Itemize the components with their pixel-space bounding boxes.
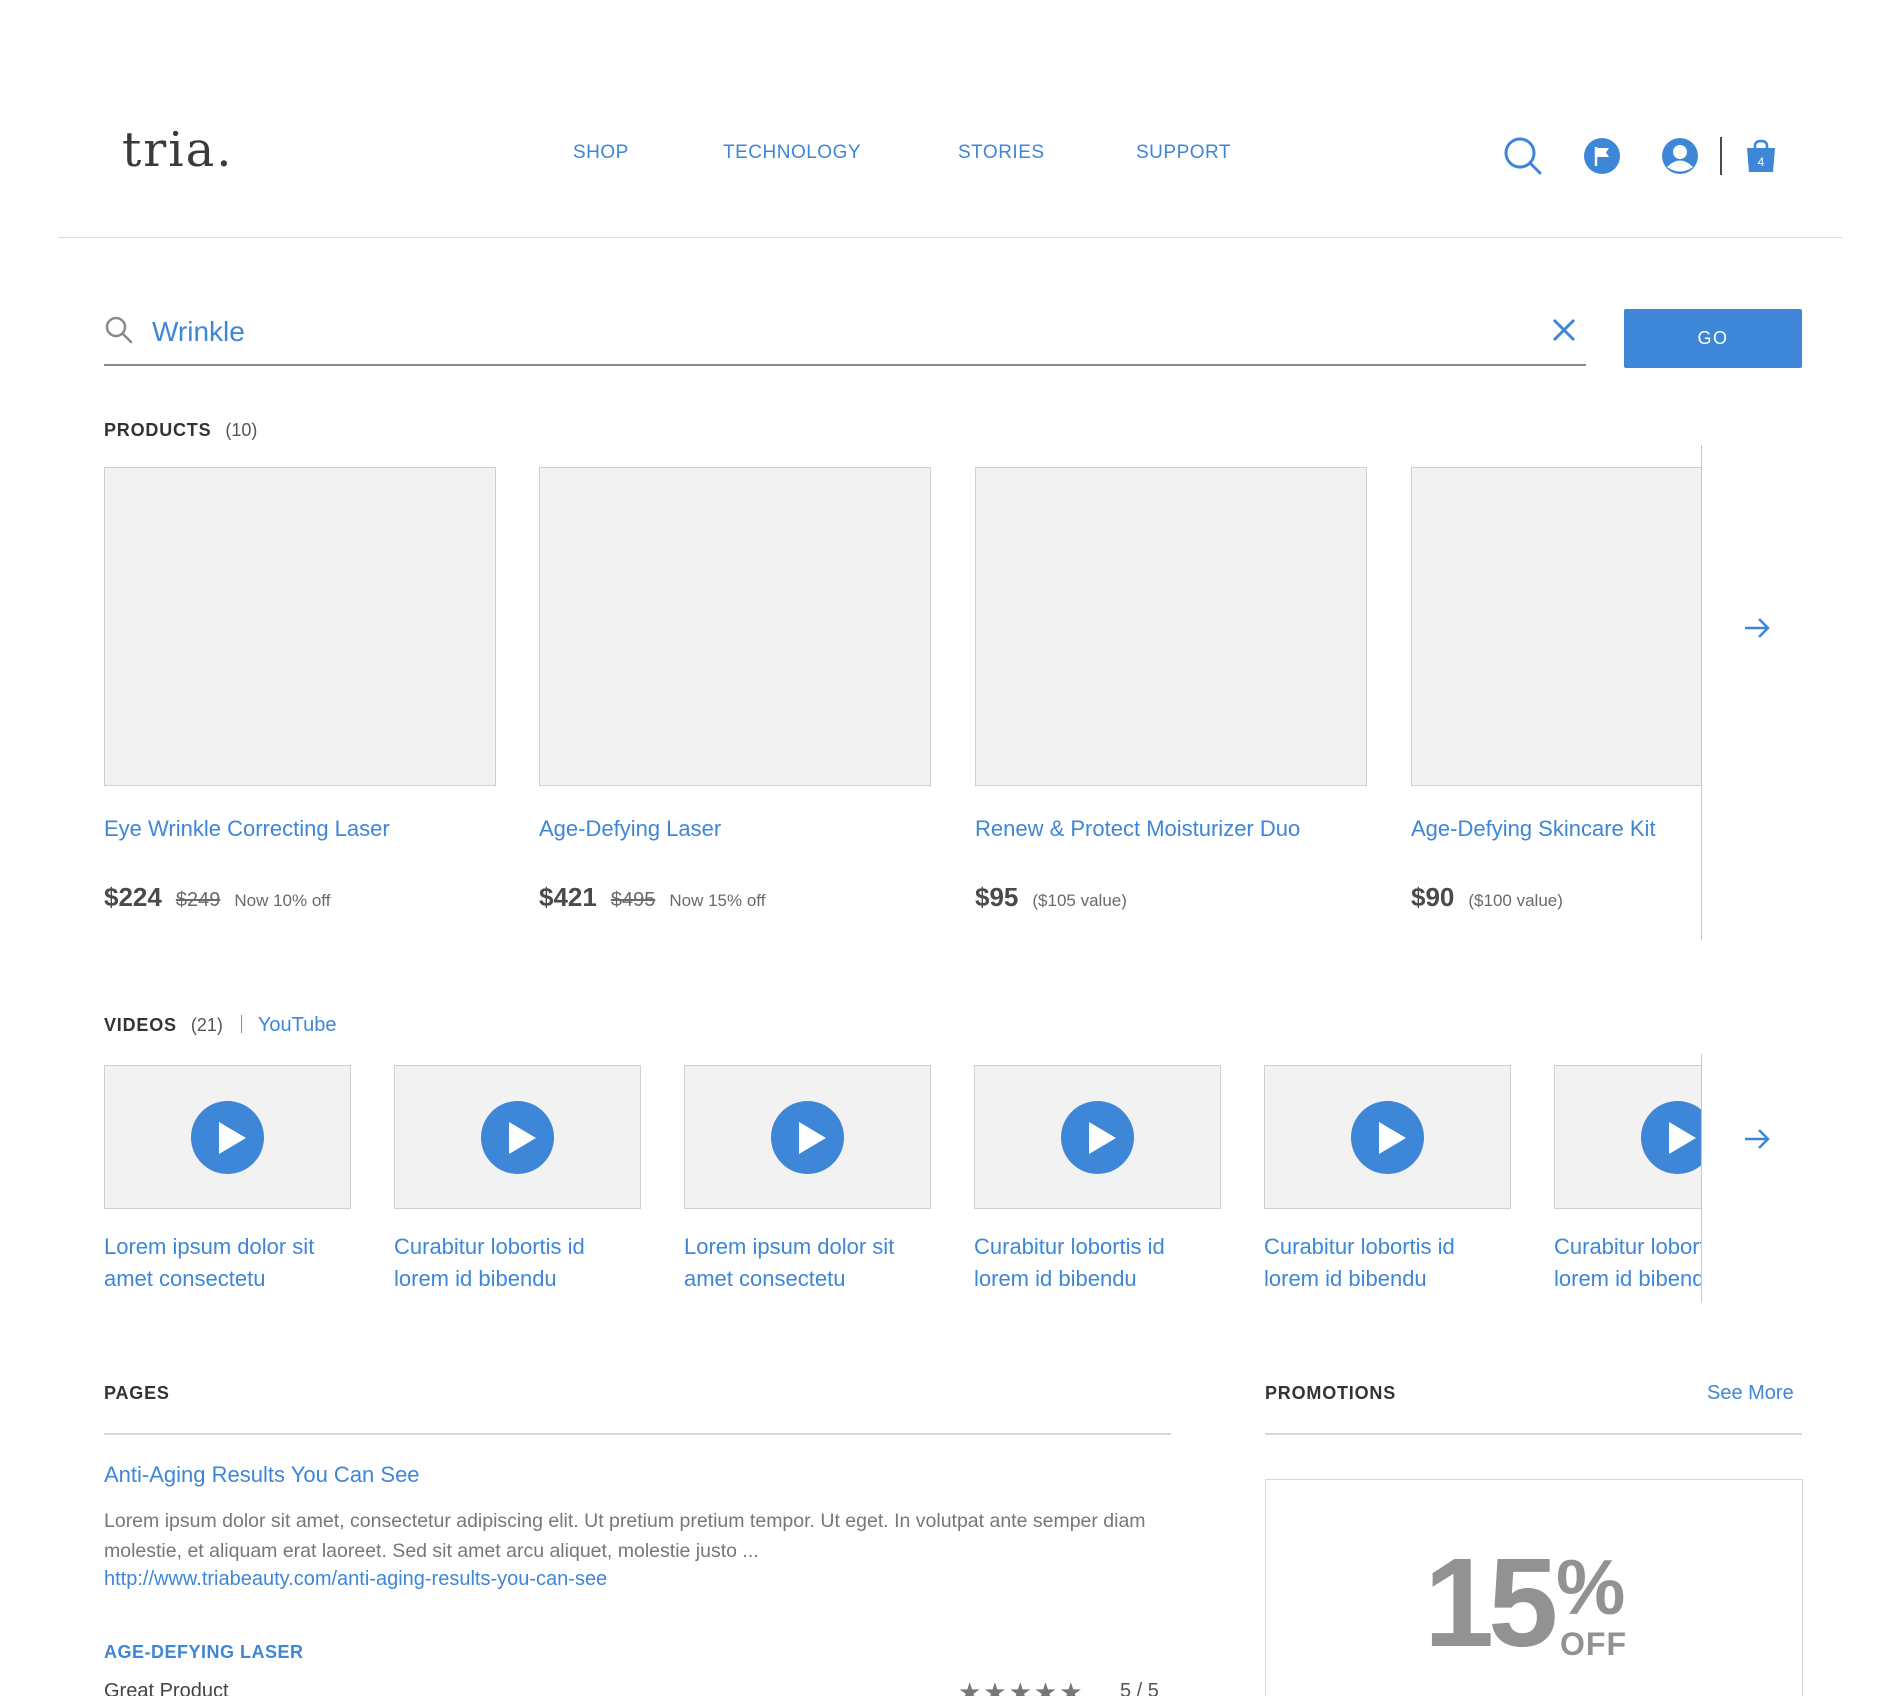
video-thumbnail[interactable]: [974, 1065, 1221, 1209]
cart-count-badge: 4: [1758, 155, 1765, 169]
product-name[interactable]: Age-Defying Skincare Kit: [1411, 816, 1701, 842]
video-card[interactable]: Lorem ipsum dolor sit amet consectetu: [104, 1065, 351, 1295]
product-image[interactable]: [975, 467, 1367, 786]
videos-heading: VIDEOS (21) YouTube: [104, 1014, 336, 1037]
video-title[interactable]: Curabitur lobortis id lorem id bibendu: [394, 1231, 641, 1295]
promo-card[interactable]: 15 % OFF: [1265, 1479, 1803, 1696]
product-price-row: $224 $249 Now 10% off: [104, 882, 496, 913]
play-icon[interactable]: [1061, 1101, 1134, 1174]
cart-icon[interactable]: 4: [1741, 136, 1781, 176]
videos-carousel: Lorem ipsum dolor sit amet consectetu Cu…: [104, 1065, 1701, 1305]
header-divider-line: [58, 237, 1842, 238]
videos-heading-divider: [240, 1015, 242, 1033]
video-card[interactable]: Curabitur lobortis id lorem id bibendu: [1554, 1065, 1701, 1295]
products-count: (10): [225, 420, 258, 440]
product-name[interactable]: Eye Wrinkle Correcting Laser: [104, 816, 496, 842]
product-image[interactable]: [1411, 467, 1701, 786]
product-price: $90: [1411, 882, 1455, 912]
video-thumbnail[interactable]: [1264, 1065, 1511, 1209]
videos-carousel-edge: [1701, 1054, 1702, 1302]
product-price: $421: [539, 882, 597, 912]
search-input[interactable]: [152, 310, 1512, 354]
nav-shop[interactable]: SHOP: [573, 142, 629, 164]
product-original-price: $495: [610, 889, 656, 911]
products-carousel-edge: [1701, 445, 1702, 940]
play-icon[interactable]: [191, 1101, 264, 1174]
product-price-note: Now 15% off: [669, 891, 766, 910]
products-heading: PRODUCTS (10): [104, 420, 257, 441]
play-icon[interactable]: [1351, 1101, 1424, 1174]
video-thumbnail[interactable]: [394, 1065, 641, 1209]
video-title[interactable]: Lorem ipsum dolor sit amet consectetu: [104, 1231, 351, 1295]
product-card[interactable]: Eye Wrinkle Correcting Laser $224 $249 Now…: [104, 467, 496, 913]
promotions-heading: PROMOTIONS: [1265, 1383, 1397, 1403]
star-rating-icon: ★★★★★: [958, 1677, 1085, 1696]
videos-heading-label: VIDEOS: [104, 1015, 177, 1035]
product-price-note: ($105 value): [1032, 891, 1127, 910]
product-price-note: Now 10% off: [234, 891, 331, 910]
product-price: $95: [975, 882, 1019, 912]
product-price-row: $95 ($105 value): [975, 882, 1367, 913]
header-divider: [1720, 137, 1722, 175]
pages-heading: PAGES: [104, 1383, 170, 1403]
product-price-row: $90 ($100 value): [1411, 882, 1701, 913]
page-result-description: Lorem ipsum dolor sit amet, consectetur …: [104, 1510, 1146, 1562]
see-more-link[interactable]: See More: [1707, 1382, 1794, 1405]
search-field-icon: [105, 316, 133, 344]
page-result-title[interactable]: Anti-Aging Results You Can See: [104, 1462, 420, 1488]
header-search-icon[interactable]: [1503, 136, 1543, 176]
review-title: Great Product: [104, 1680, 229, 1696]
region-flag-icon[interactable]: [1582, 136, 1622, 176]
clear-search-icon[interactable]: [1550, 316, 1578, 344]
video-title[interactable]: Curabitur lobortis id lorem id bibendu: [1554, 1231, 1701, 1295]
play-icon[interactable]: [481, 1101, 554, 1174]
promotions-divider: [1265, 1433, 1802, 1435]
video-thumbnail[interactable]: [684, 1065, 931, 1209]
video-title[interactable]: Lorem ipsum dolor sit amet consectetu: [684, 1231, 931, 1295]
nav-stories[interactable]: STORIES: [958, 142, 1045, 164]
product-card[interactable]: Age-Defying Skincare Kit $90 ($100 value): [1411, 467, 1701, 913]
search-bar: [104, 302, 1586, 366]
video-card[interactable]: Curabitur lobortis id lorem id bibendu: [394, 1065, 641, 1295]
go-button[interactable]: GO: [1624, 309, 1802, 368]
promo-percent: %: [1556, 1543, 1626, 1631]
product-image[interactable]: [104, 467, 496, 786]
video-card[interactable]: Curabitur lobortis id lorem id bibendu: [974, 1065, 1221, 1295]
video-title[interactable]: Curabitur lobortis id lorem id bibendu: [974, 1231, 1221, 1295]
product-image[interactable]: [539, 467, 931, 786]
rating-text: 5 / 5: [1120, 1680, 1159, 1696]
video-thumbnail[interactable]: [104, 1065, 351, 1209]
nav-technology[interactable]: TECHNOLOGY: [723, 142, 861, 164]
product-price: $224: [104, 882, 162, 912]
products-next-arrow-icon[interactable]: [1742, 613, 1772, 643]
product-name[interactable]: Renew & Protect Moisturizer Duo: [975, 816, 1367, 842]
product-original-price: $249: [175, 889, 221, 911]
videos-count: (21): [190, 1015, 223, 1035]
product-card[interactable]: Renew & Protect Moisturizer Duo $95 ($105…: [975, 467, 1367, 913]
video-title[interactable]: Curabitur lobortis id lorem id bibendu: [1264, 1231, 1511, 1295]
videos-next-arrow-icon[interactable]: [1742, 1124, 1772, 1154]
product-name[interactable]: Age-Defying Laser: [539, 816, 931, 842]
nav-support[interactable]: SUPPORT: [1136, 142, 1231, 164]
product-card[interactable]: Age-Defying Laser $421 $495 Now 15% off: [539, 467, 931, 913]
reviews-product-heading[interactable]: AGE-DEFYING LASER: [104, 1642, 304, 1663]
play-icon[interactable]: [1641, 1101, 1701, 1174]
product-price-row: $421 $495 Now 15% off: [539, 882, 931, 913]
account-icon[interactable]: [1660, 136, 1700, 176]
video-thumbnail[interactable]: [1554, 1065, 1701, 1209]
products-carousel: Eye Wrinkle Correcting Laser $224 $249 Now…: [104, 467, 1701, 937]
play-icon[interactable]: [771, 1101, 844, 1174]
product-price-note: ($100 value): [1468, 891, 1563, 910]
tria-logo[interactable]: tria.: [122, 122, 233, 178]
page-result-url[interactable]: http://www.triabeauty.com/anti-aging-res…: [104, 1568, 607, 1591]
video-card[interactable]: Lorem ipsum dolor sit amet consectetu: [684, 1065, 931, 1295]
promo-number: 15: [1424, 1532, 1558, 1673]
pages-divider: [104, 1433, 1171, 1435]
products-heading-label: PRODUCTS: [104, 420, 212, 440]
promo-off: OFF: [1560, 1626, 1627, 1662]
youtube-link[interactable]: YouTube: [258, 1014, 337, 1036]
video-card[interactable]: Curabitur lobortis id lorem id bibendu: [1264, 1065, 1511, 1295]
